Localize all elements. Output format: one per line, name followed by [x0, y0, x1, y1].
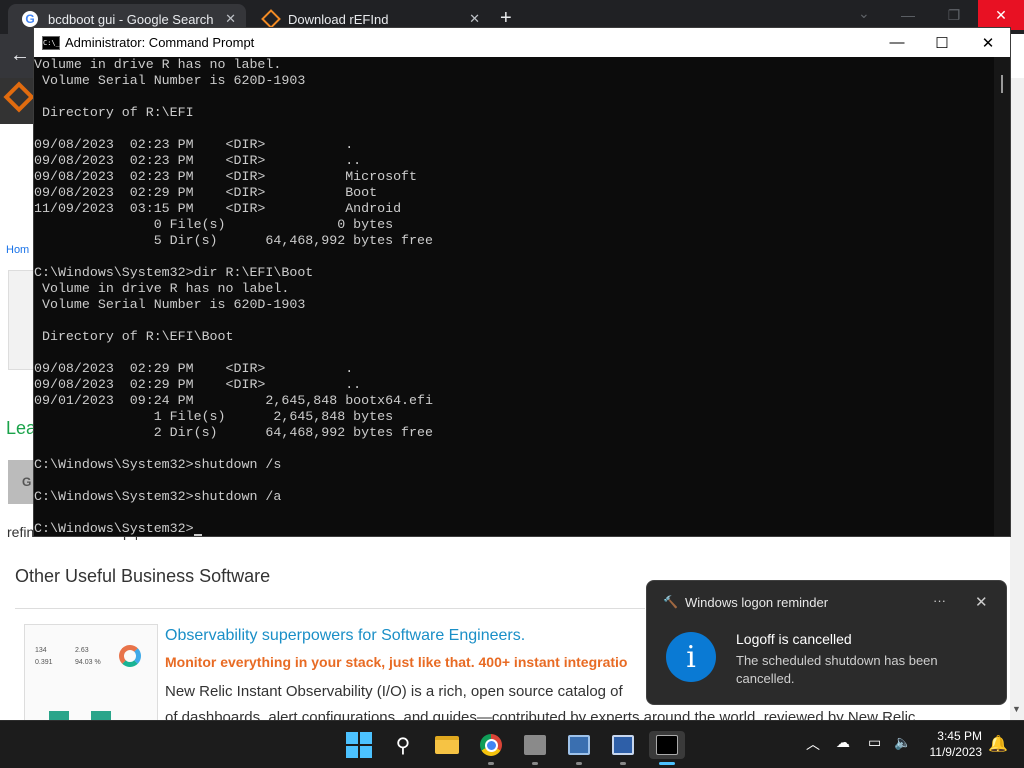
cmd-icon: [656, 735, 678, 755]
cmd-close-button[interactable]: ✕: [965, 30, 1011, 55]
browser-minimize-button[interactable]: —: [885, 0, 931, 30]
kpi-value: 2.63: [75, 647, 89, 654]
app-icon: [612, 735, 634, 755]
tab-label: bcdboot gui - Google Search: [48, 11, 214, 27]
start-button[interactable]: [345, 731, 373, 759]
search-icon[interactable]: ⚲: [389, 731, 417, 759]
running-indicator: [576, 762, 582, 765]
product-thumbnail[interactable]: 134 2.63 0.391 94.03 %: [24, 624, 158, 722]
page-scrollbar[interactable]: [1010, 78, 1024, 720]
browser-restore-button[interactable]: ❐: [931, 0, 977, 30]
scroll-down-arrow-icon[interactable]: ▼: [1012, 704, 1021, 714]
cmd-scroll-thumb[interactable]: [1001, 75, 1003, 93]
toast-app-name: Windows logon reminder: [685, 595, 829, 610]
close-tab-icon[interactable]: ✕: [469, 11, 480, 27]
tab-label: Download rEFInd: [288, 11, 389, 27]
file-explorer-button[interactable]: [433, 731, 461, 759]
kpi-value: 94.03 %: [75, 659, 101, 666]
toast-title: Logoff is cancelled: [736, 631, 852, 647]
product-title-link[interactable]: Observability superpowers for Software E…: [165, 627, 525, 645]
kpi-value: 134: [35, 647, 47, 654]
command-prompt-taskbar-button[interactable]: [649, 731, 685, 759]
cmd-title-bar[interactable]: C:\_ Administrator: Command Prompt — ☐ ✕: [34, 28, 1010, 57]
network-icon[interactable]: ▭: [868, 734, 881, 751]
app-icon: [524, 735, 546, 755]
cmd-output[interactable]: Volume in drive R has no label. Volume S…: [34, 57, 994, 536]
windows-logo-icon: [360, 732, 372, 744]
product-tagline: Monitor everything in your stack, just l…: [165, 654, 628, 670]
breadcrumb-home-link[interactable]: Hom: [6, 244, 29, 256]
cmd-output-text: Volume in drive R has no label. Volume S…: [34, 57, 433, 536]
lead-heading: Lea: [6, 418, 37, 438]
more-options-icon[interactable]: ···: [933, 593, 946, 608]
close-tab-icon[interactable]: ✕: [225, 11, 236, 27]
onedrive-icon[interactable]: ☁: [836, 734, 850, 751]
chrome-icon: [480, 734, 502, 756]
pinned-app-button[interactable]: [609, 731, 637, 759]
site-button[interactable]: G: [8, 460, 36, 504]
product-description: New Relic Instant Observability (I/O) is…: [165, 683, 623, 700]
pinned-app-button[interactable]: [521, 731, 549, 759]
folder-icon: [435, 736, 459, 754]
back-arrow-icon[interactable]: ←: [10, 44, 30, 67]
pinned-app-button[interactable]: [565, 731, 593, 759]
product-description-line-2: of dashboards, alert configurations, and…: [165, 709, 916, 720]
toast-body: The scheduled shutdown has been cancelle…: [736, 653, 938, 686]
clock-time[interactable]: 3:45 PM: [926, 729, 982, 743]
chrome-button[interactable]: [477, 731, 505, 759]
notification-bell-icon[interactable]: 🔔: [988, 734, 1008, 754]
windows-logo-icon: [346, 746, 358, 758]
cmd-maximize-button[interactable]: ☐: [919, 30, 965, 55]
section-title: Other Useful Business Software: [15, 566, 271, 586]
kpi-value: 0.391: [35, 659, 53, 666]
browser-close-button[interactable]: ✕: [978, 0, 1024, 30]
notification-toast[interactable]: 🔨 Windows logon reminder ··· ✕ i Logoff …: [646, 580, 1007, 705]
toast-close-icon[interactable]: ✕: [975, 593, 988, 611]
show-hidden-icons-chevron-icon[interactable]: ︿: [806, 734, 820, 754]
active-indicator: [659, 762, 675, 765]
cmd-window-title: Administrator: Command Prompt: [65, 35, 255, 50]
cmd-app-icon: C:\_: [42, 36, 60, 50]
tab-search-icon[interactable]: ⌄: [858, 5, 870, 22]
info-icon: i: [666, 632, 716, 682]
volume-muted-icon[interactable]: 🔈: [894, 734, 911, 751]
text-cursor: [193, 534, 202, 536]
windows-logo-icon: [346, 732, 358, 744]
cmd-scrollbar[interactable]: [994, 57, 1010, 536]
google-icon: G: [22, 11, 38, 27]
app-icon: [568, 735, 590, 755]
running-indicator: [488, 762, 494, 765]
windows-logo-icon: [360, 746, 372, 758]
command-prompt-window[interactable]: C:\_ Administrator: Command Prompt — ☐ ✕…: [33, 27, 1011, 537]
donut-chart-icon: [119, 645, 141, 667]
refind-icon: [261, 9, 281, 29]
clock-date[interactable]: 11/9/2023: [916, 745, 983, 759]
running-indicator: [620, 762, 626, 765]
chrome-center: [484, 738, 498, 752]
divider: [15, 608, 645, 609]
cmd-minimize-button[interactable]: —: [874, 30, 920, 55]
logon-reminder-icon: 🔨: [663, 595, 678, 609]
running-indicator: [532, 762, 538, 765]
